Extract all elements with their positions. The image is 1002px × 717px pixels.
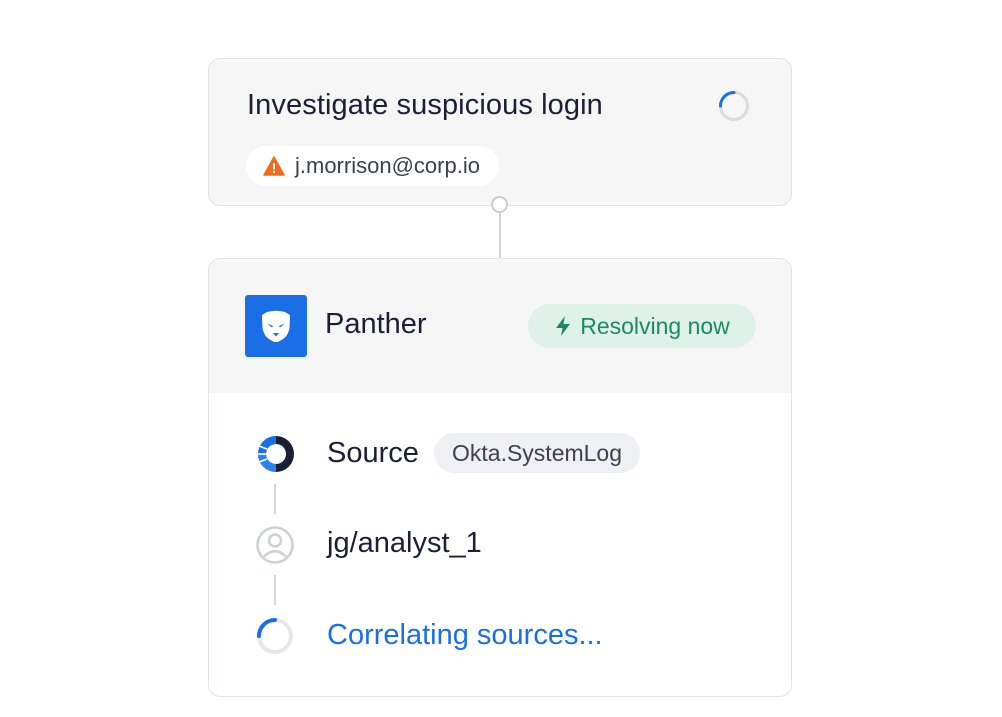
warning-icon bbox=[263, 156, 285, 176]
user-label: jg/analyst_1 bbox=[327, 527, 482, 559]
loading-spinner-icon bbox=[255, 616, 295, 656]
user-chip[interactable]: j.morrison@corp.io bbox=[246, 146, 499, 186]
loading-spinner-icon bbox=[717, 89, 751, 123]
step-connector bbox=[274, 575, 276, 605]
status-badge: Resolving now bbox=[528, 304, 756, 348]
status-label: Resolving now bbox=[580, 312, 730, 339]
task-card[interactable]: Investigate suspicious login j.morrison@… bbox=[208, 58, 792, 206]
user-email: j.morrison@corp.io bbox=[295, 153, 480, 178]
source-label: Source bbox=[327, 437, 419, 469]
step-connector bbox=[274, 484, 276, 514]
connector-line bbox=[499, 213, 501, 259]
okta-icon bbox=[255, 434, 295, 474]
panther-logo-icon bbox=[245, 295, 307, 357]
lightning-bolt-icon bbox=[556, 316, 571, 336]
connector-node bbox=[491, 196, 508, 213]
correlating-status: Correlating sources... bbox=[327, 619, 603, 651]
integration-card[interactable]: Panther Resolving now Source Okta.System… bbox=[208, 258, 792, 697]
integration-name: Panther bbox=[325, 308, 427, 340]
user-circle-icon bbox=[255, 525, 295, 565]
source-tag[interactable]: Okta.SystemLog bbox=[434, 433, 641, 473]
task-title: Investigate suspicious login bbox=[247, 89, 603, 121]
